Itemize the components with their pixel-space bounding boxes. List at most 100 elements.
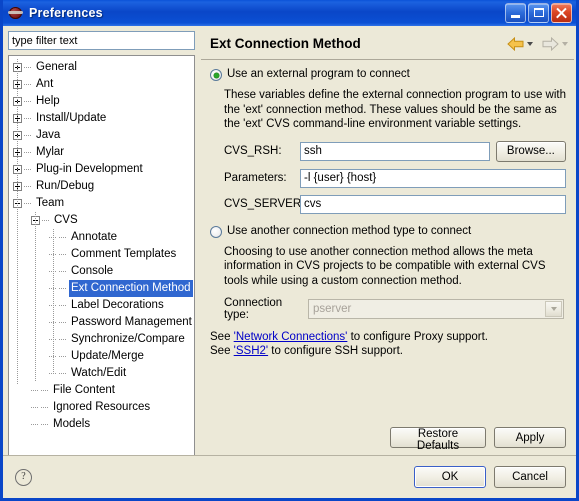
tree-item-plug-in-development[interactable]: Plug-in Development — [9, 161, 194, 178]
ssh2-link[interactable]: 'SSH2' — [234, 345, 268, 357]
tree-item-file-content[interactable]: File Content — [9, 382, 194, 399]
tree-connector-icon — [59, 288, 67, 289]
preference-page: Ext Connection Method Use an external pr… — [201, 28, 574, 498]
tree-connector-icon — [24, 152, 32, 153]
tree-item-annotate[interactable]: Annotate — [9, 229, 194, 246]
ok-button[interactable]: OK — [414, 466, 486, 488]
other-method-description: Choosing to use another connection metho… — [224, 245, 546, 287]
tree-connector-icon — [59, 271, 67, 272]
tree-connector-icon — [41, 390, 49, 391]
chevron-down-icon — [545, 301, 562, 317]
tree-item-comment-templates[interactable]: Comment Templates — [9, 246, 194, 263]
tree-item-install-update[interactable]: Install/Update — [9, 110, 194, 127]
parameters-input[interactable] — [300, 168, 566, 188]
tree-item-ignored-resources[interactable]: Ignored Resources — [9, 399, 194, 416]
cvs-server-row: CVS_SERVER: — [224, 194, 566, 214]
browse-button[interactable]: Browse... — [495, 140, 566, 162]
external-program-description: These variables define the external conn… — [224, 89, 567, 130]
tree-item-console[interactable]: Console — [9, 263, 194, 280]
parameters-label: Parameters: — [224, 172, 287, 184]
tree-item-general[interactable]: General — [9, 59, 194, 76]
tree-item-label: File Content — [53, 384, 116, 396]
tree-item-help[interactable]: Help — [9, 93, 194, 110]
page-title: Ext Connection Method — [210, 36, 361, 51]
external-program-radio[interactable] — [210, 69, 222, 81]
ssh-link-prefix: See — [210, 345, 234, 357]
tree-connector-icon — [42, 220, 50, 221]
network-connections-link[interactable]: 'Network Connections' — [234, 331, 348, 343]
tree-item-label: Team — [36, 197, 65, 209]
tree-item-label: Password Management — [71, 316, 192, 328]
tree-item-cvs[interactable]: CVS — [9, 212, 194, 229]
preferences-dialog: Preferences General Ant Help Install/Update… — [0, 0, 579, 501]
connection-type-value: pserver — [313, 303, 352, 315]
tree-item-label: General — [36, 61, 77, 73]
parameters-row: Parameters: — [224, 168, 566, 188]
tree-guide-root — [17, 59, 18, 385]
help-question-icon[interactable]: ? — [15, 468, 32, 486]
minimize-button[interactable] — [505, 3, 526, 23]
back-history-dropdown-icon[interactable] — [527, 41, 533, 46]
tree-item-label: Plug-in Development — [36, 163, 143, 175]
cvs-server-input[interactable] — [300, 194, 566, 214]
connection-type-dropdown: pserver — [308, 299, 564, 319]
cvs-rsh-row: CVS_RSH: Browse... — [224, 140, 566, 162]
tree-connector-icon — [24, 135, 32, 136]
tree-connector-icon — [24, 84, 32, 85]
tree-item-watch-edit[interactable]: Watch/Edit — [9, 365, 194, 382]
tree-connector-icon — [24, 101, 32, 102]
restore-defaults-button[interactable]: Restore Defaults — [390, 427, 486, 452]
tree-connector-icon — [24, 186, 32, 187]
filter-input[interactable] — [8, 31, 195, 50]
page-header: Ext Connection Method — [201, 28, 574, 60]
tree-item-label: Update/Merge — [71, 350, 144, 362]
tree-item-label: Ant — [36, 78, 54, 90]
cvs-rsh-label: CVS_RSH: — [224, 145, 282, 157]
back-arrow-icon[interactable] — [507, 36, 524, 51]
close-button[interactable] — [551, 3, 572, 23]
tree-item-ext-connection-method[interactable]: Ext Connection Method — [9, 280, 194, 297]
tree-item-password-management[interactable]: Password Management — [9, 314, 194, 331]
tree-item-team[interactable]: Team — [9, 195, 194, 212]
tree-item-label: Help — [36, 95, 60, 107]
proxy-link-line: See 'Network Connections' to configure P… — [210, 331, 566, 343]
tree-connector-icon — [24, 118, 32, 119]
tree-item-models[interactable]: Models — [9, 416, 194, 433]
tree-connector-icon — [31, 390, 39, 391]
cancel-button[interactable]: Cancel — [494, 466, 566, 488]
tree-item-run-debug[interactable]: Run/Debug — [9, 178, 194, 195]
tree-connector-icon — [41, 407, 49, 408]
tree-item-label: Mylar — [36, 146, 65, 158]
window-titlebar[interactable]: Preferences — [3, 0, 576, 26]
proxy-link-prefix: See — [210, 331, 234, 343]
preference-tree[interactable]: General Ant Help Install/Update Java Mylar Plu… — [8, 55, 195, 477]
tree-guide-cvs — [35, 212, 36, 382]
tree-item-mylar[interactable]: Mylar — [9, 144, 194, 161]
other-method-radio-label: Use another connection method type to co… — [227, 224, 472, 237]
eclipse-sphere-icon — [8, 5, 24, 21]
tree-item-label: Comment Templates — [71, 248, 177, 260]
tree-item-synchronize-compare[interactable]: Synchronize/Compare — [9, 331, 194, 348]
tree-item-label: Label Decorations — [71, 299, 164, 311]
tree-item-update-merge[interactable]: Update/Merge — [9, 348, 194, 365]
tree-item-ant[interactable]: Ant — [9, 76, 194, 93]
apply-button[interactable]: Apply — [494, 427, 566, 448]
page-action-buttons: Restore Defaults Apply — [390, 427, 566, 452]
ssh-link-suffix: to configure SSH support. — [268, 345, 403, 357]
connection-type-row: Connection type: pserver — [224, 297, 566, 321]
tree-item-label: Models — [53, 418, 91, 430]
tree-connector-icon — [31, 424, 39, 425]
maximize-button[interactable] — [528, 3, 549, 23]
tree-connector-icon — [31, 407, 39, 408]
tree-connector-icon — [59, 237, 67, 238]
tree-guide-cvs-children — [53, 229, 54, 373]
page-navigation — [507, 36, 568, 51]
tree-item-label-decorations[interactable]: Label Decorations — [9, 297, 194, 314]
dialog-footer: ? OK Cancel — [3, 455, 576, 498]
tree-item-java[interactable]: Java — [9, 127, 194, 144]
cvs-rsh-input[interactable] — [300, 141, 490, 161]
ssh-link-line: See 'SSH2' to configure SSH support. — [210, 345, 566, 357]
other-method-radio-row[interactable]: Use another connection method type to co… — [210, 225, 566, 238]
external-program-radio-row[interactable]: Use an external program to connect — [210, 68, 566, 81]
other-method-radio[interactable] — [210, 225, 222, 238]
